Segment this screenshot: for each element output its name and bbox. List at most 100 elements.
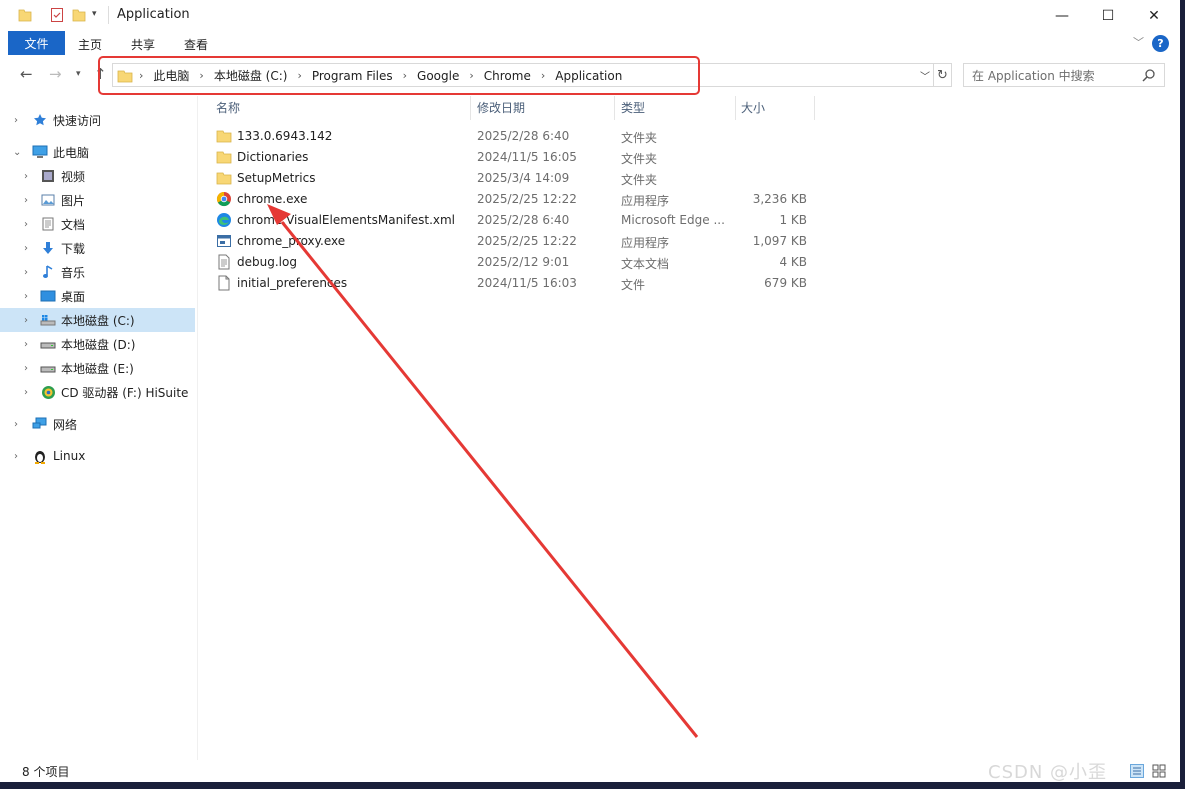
- sidebar-item-drive-e[interactable]: › 本地磁盘 (E:): [0, 356, 195, 380]
- sidebar-item-linux[interactable]: › Linux: [0, 444, 195, 468]
- folder-icon[interactable]: [18, 7, 32, 23]
- sidebar-item-label: 文档: [61, 217, 86, 232]
- sidebar-item-quick-access[interactable]: › 快速访问: [0, 108, 195, 132]
- search-box[interactable]: [963, 63, 1165, 88]
- tab-view[interactable]: 查看: [184, 36, 208, 53]
- expand-chevron-icon[interactable]: ›: [14, 115, 18, 126]
- table-row[interactable]: chrome.VisualElementsManifest.xml 2025/2…: [212, 210, 816, 231]
- window-title: Application: [117, 7, 190, 22]
- back-arrow-icon[interactable]: ←: [20, 65, 33, 83]
- file-name: debug.log: [237, 255, 297, 269]
- desktop-icon: [40, 288, 56, 304]
- table-row[interactable]: SetupMetrics 2025/3/4 14:09 文件夹: [212, 168, 816, 189]
- file-list: 名称 修改日期 类型 大小 133.0.6943.142 2025/2/28 6…: [198, 96, 1180, 760]
- sidebar-item-downloads[interactable]: › 下载: [0, 236, 195, 260]
- sidebar-item-cd-drive[interactable]: › CD 驱动器 (F:) HiSuite: [0, 380, 195, 404]
- folder-icon: [216, 130, 232, 143]
- download-icon: [40, 240, 56, 256]
- search-input[interactable]: [964, 64, 1144, 88]
- column-separator[interactable]: [735, 96, 736, 120]
- expand-chevron-icon[interactable]: ›: [24, 219, 28, 230]
- table-row[interactable]: debug.log 2025/2/12 9:01 文本文档 4 KB: [212, 252, 816, 273]
- tab-share[interactable]: 共享: [131, 36, 155, 53]
- column-header-type[interactable]: 类型: [621, 96, 645, 118]
- properties-icon[interactable]: [50, 7, 64, 23]
- file-date: 2024/11/5 16:05: [477, 150, 577, 164]
- tab-home[interactable]: 主页: [78, 36, 102, 53]
- expand-chevron-icon[interactable]: ›: [24, 195, 28, 206]
- sidebar-item-music[interactable]: › 音乐: [0, 260, 195, 284]
- file-type: 文件夹: [621, 173, 658, 187]
- file-size: 1 KB: [779, 213, 807, 227]
- file-size: 1,097 KB: [752, 234, 807, 248]
- table-row[interactable]: initial_preferences 2024/11/5 16:03 文件 6…: [212, 273, 816, 294]
- search-icon[interactable]: [1142, 68, 1156, 82]
- column-header-date[interactable]: 修改日期: [477, 96, 525, 118]
- table-row[interactable]: Dictionaries 2024/11/5 16:05 文件夹: [212, 147, 816, 168]
- table-row[interactable]: chrome_proxy.exe 2025/2/25 12:22 应用程序 1,…: [212, 231, 816, 252]
- sidebar-item-label: 本地磁盘 (D:): [61, 337, 136, 352]
- help-button[interactable]: ?: [1152, 35, 1169, 52]
- expand-chevron-icon[interactable]: ›: [24, 291, 28, 302]
- sidebar-item-drive-c[interactable]: › 本地磁盘 (C:): [0, 308, 195, 332]
- sidebar-item-drive-d[interactable]: › 本地磁盘 (D:): [0, 332, 195, 356]
- star-icon: [32, 112, 48, 128]
- maximize-button[interactable]: ☐: [1085, 0, 1131, 31]
- expand-ribbon-icon[interactable]: ﹀: [1133, 34, 1144, 50]
- new-folder-icon[interactable]: [72, 7, 86, 23]
- column-separator[interactable]: [470, 96, 471, 120]
- sidebar-item-label: 快速访问: [53, 113, 102, 128]
- expand-chevron-icon[interactable]: ›: [14, 419, 18, 430]
- file-name: SetupMetrics: [237, 171, 316, 185]
- address-dropdown-icon[interactable]: ﹀: [920, 68, 930, 83]
- large-icons-view-icon[interactable]: [1152, 764, 1166, 778]
- collapse-chevron-icon[interactable]: ⌄: [13, 147, 21, 158]
- cd-hisuite-icon: [40, 384, 56, 400]
- network-icon: [32, 416, 48, 432]
- sidebar-item-pictures[interactable]: › 图片: [0, 188, 195, 212]
- text-file-icon: [218, 254, 230, 270]
- table-row[interactable]: 133.0.6943.142 2025/2/28 6:40 文件夹: [212, 126, 816, 147]
- expand-chevron-icon[interactable]: ›: [24, 315, 28, 326]
- table-row[interactable]: chrome.exe 2025/2/25 12:22 应用程序 3,236 KB: [212, 189, 816, 210]
- minimize-button[interactable]: —: [1039, 0, 1085, 31]
- tab-file[interactable]: 文件: [8, 31, 65, 55]
- file-date: 2025/2/25 12:22: [477, 192, 577, 206]
- column-header-size[interactable]: 大小: [741, 96, 765, 118]
- file-name: initial_preferences: [237, 276, 348, 290]
- customize-toolbar-chevron-icon[interactable]: ▾: [92, 9, 97, 19]
- file-size: 4 KB: [779, 255, 807, 269]
- column-header-name[interactable]: 名称: [216, 96, 240, 118]
- sidebar-item-this-pc[interactable]: ⌄ 此电脑: [0, 140, 195, 164]
- column-separator[interactable]: [614, 96, 615, 120]
- sidebar-item-desktop[interactable]: › 桌面: [0, 284, 195, 308]
- sidebar-item-network[interactable]: › 网络: [0, 412, 195, 436]
- annotation-highlight-box: [98, 56, 700, 95]
- expand-chevron-icon[interactable]: ›: [24, 267, 28, 278]
- video-icon: [40, 168, 56, 184]
- file-size: 679 KB: [764, 276, 807, 290]
- expand-chevron-icon[interactable]: ›: [24, 171, 28, 182]
- expand-chevron-icon[interactable]: ›: [14, 451, 18, 462]
- details-view-icon[interactable]: [1130, 764, 1144, 778]
- file-icon: [218, 275, 230, 291]
- sidebar-item-documents[interactable]: › 文档: [0, 212, 195, 236]
- expand-chevron-icon[interactable]: ›: [24, 363, 28, 374]
- close-button[interactable]: ✕: [1131, 0, 1177, 31]
- recent-locations-chevron-icon[interactable]: ▾: [76, 69, 81, 79]
- expand-chevron-icon[interactable]: ›: [24, 339, 28, 350]
- title-bar: ▾ Application — ☐ ✕: [0, 0, 1180, 31]
- edge-icon: [217, 213, 231, 227]
- app-icon: [217, 235, 231, 247]
- column-separator[interactable]: [814, 96, 815, 120]
- expand-chevron-icon[interactable]: ›: [24, 243, 28, 254]
- document-icon: [40, 216, 56, 232]
- expand-chevron-icon[interactable]: ›: [24, 387, 28, 398]
- sidebar-item-videos[interactable]: › 视频: [0, 164, 195, 188]
- file-date: 2025/2/12 9:01: [477, 255, 570, 269]
- forward-arrow-icon[interactable]: →: [49, 65, 62, 83]
- folder-icon: [216, 151, 232, 164]
- sidebar-item-label: 下载: [61, 241, 86, 256]
- watermark: CSDN @小歪: [988, 762, 1108, 783]
- refresh-icon[interactable]: ↻: [933, 63, 952, 87]
